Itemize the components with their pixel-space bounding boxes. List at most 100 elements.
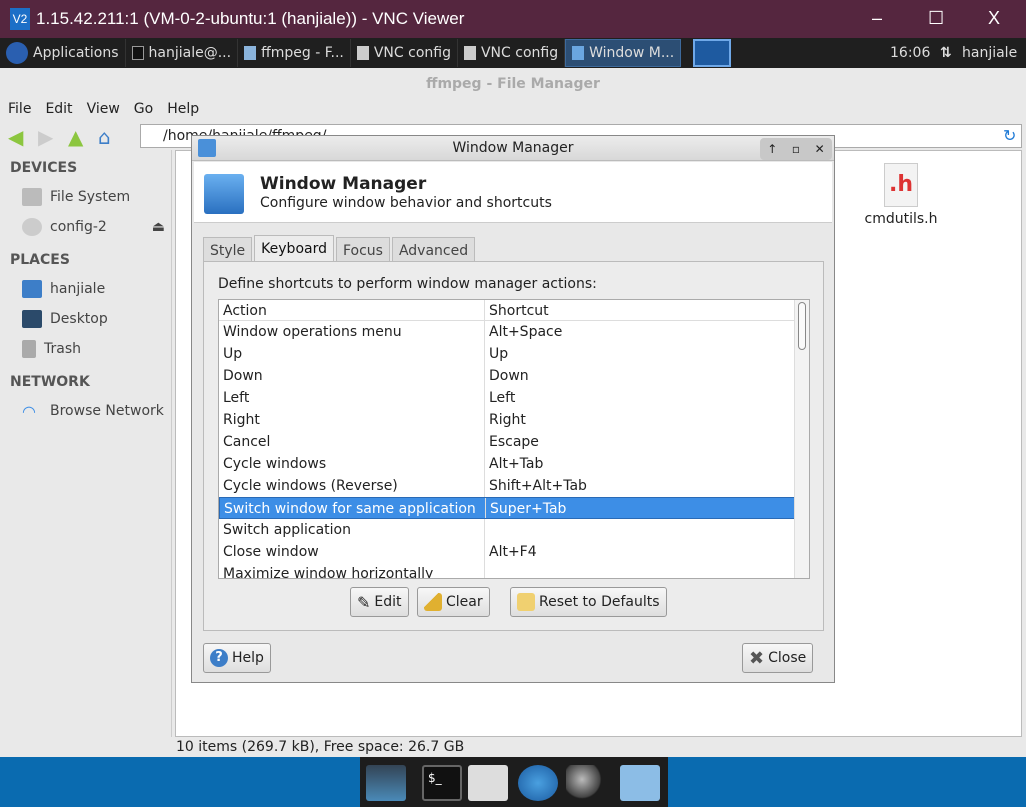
menu-view[interactable]: View — [87, 98, 120, 120]
shortcuts-table: Action Shortcut Window operations menu Al… — [218, 299, 810, 579]
eject-icon[interactable]: ⏏ — [152, 219, 165, 235]
table-row[interactable]: Cancel Escape — [219, 431, 809, 453]
sidebar-item-file-system[interactable]: File System — [0, 182, 171, 212]
maximize-icon[interactable]: ▫ — [792, 142, 800, 156]
scrollbar[interactable] — [794, 300, 809, 578]
terminal-icon — [131, 46, 144, 60]
table-row[interactable]: Cycle windows (Reverse) Shift+Alt+Tab — [219, 475, 809, 497]
edit-button[interactable]: ✎ Edit — [350, 587, 409, 617]
close-button[interactable]: ✖ Close — [742, 643, 814, 673]
table-row[interactable]: Maximize window horizontally — [219, 563, 809, 578]
reset-label: Reset to Defaults — [539, 594, 660, 610]
action-cell: Cycle windows — [219, 453, 485, 475]
sidebar-item-hanjiale[interactable]: hanjiale — [0, 274, 171, 304]
tab-advanced[interactable]: Advanced — [391, 237, 476, 263]
sidebar-item-desktop[interactable]: Desktop — [0, 304, 171, 334]
table-row[interactable]: Cycle windows Alt+Tab — [219, 453, 809, 475]
action-cell: Cancel — [219, 431, 485, 453]
table-row[interactable]: Close window Alt+F4 — [219, 541, 809, 563]
terminal-icon[interactable]: $_ — [422, 765, 462, 801]
tab-keyboard[interactable]: Keyboard — [254, 235, 334, 263]
window-icon — [463, 46, 476, 60]
network-icon: ⇅ — [940, 45, 952, 61]
menu-go[interactable]: Go — [134, 98, 153, 120]
sidebar-item-trash[interactable]: Trash — [0, 334, 171, 364]
menu-file[interactable]: File — [8, 98, 31, 120]
file-name: cmdutils.h — [864, 211, 938, 227]
sidebar-item-browse-network[interactable]: ◠ Browse Network — [0, 396, 171, 426]
menu-edit[interactable]: Edit — [45, 98, 72, 120]
broom-icon — [424, 593, 442, 611]
menu-help[interactable]: Help — [167, 98, 199, 120]
window-manager-icon — [572, 46, 585, 60]
trash-icon — [22, 340, 36, 358]
up-arrow-icon[interactable]: ▲ — [68, 125, 90, 149]
edit-label: Edit — [374, 594, 402, 610]
task-vnc-config-2[interactable]: VNC config — [458, 39, 566, 67]
forward-arrow-icon[interactable]: ▶ — [38, 125, 60, 149]
dialog-subheading: Configure window behavior and shortcuts — [260, 195, 552, 211]
sidebar-item-label: Desktop — [50, 311, 108, 327]
show-desktop-icon[interactable] — [366, 765, 406, 801]
clear-button[interactable]: Clear — [417, 587, 490, 617]
keyboard-panel: Define shortcuts to perform window manag… — [203, 261, 824, 631]
task-terminal[interactable]: hanjiale@... — [126, 39, 239, 67]
table-row[interactable]: Window operations menu Alt+Space — [219, 321, 809, 343]
close-icon[interactable]: ✕ — [815, 142, 825, 156]
table-row[interactable]: Switch window for same application Super+… — [219, 497, 809, 519]
help-button[interactable]: ? Help — [203, 643, 271, 673]
table-row[interactable]: Left Left — [219, 387, 809, 409]
column-header-shortcut[interactable]: Shortcut — [485, 300, 795, 320]
web-browser-icon[interactable] — [518, 765, 558, 801]
reset-to-defaults-button[interactable]: Reset to Defaults — [510, 587, 667, 617]
minimize-button[interactable]: – — [872, 8, 882, 29]
task-label: VNC config — [373, 45, 451, 61]
action-cell: Right — [219, 409, 485, 431]
folder-icon[interactable] — [620, 765, 660, 801]
action-cell: Window operations menu — [219, 321, 485, 343]
maximize-button[interactable]: ☐ — [928, 8, 944, 29]
home-icon[interactable]: ⌂ — [98, 125, 120, 149]
column-header-action[interactable]: Action — [219, 300, 485, 320]
shade-icon[interactable]: ↑ — [767, 142, 777, 156]
vnc-logo-icon: V2 — [10, 8, 30, 30]
scrollbar-thumb[interactable] — [798, 302, 806, 350]
action-cell: Maximize window horizontally — [219, 563, 485, 578]
tab-style[interactable]: Style — [203, 237, 253, 263]
task-file-manager[interactable]: ffmpeg - F... — [238, 39, 351, 67]
task-vnc-config-1[interactable]: VNC config — [351, 39, 458, 67]
close-button[interactable]: X — [988, 8, 1000, 29]
wifi-icon: ◠ — [22, 402, 36, 421]
header-file-icon: .h — [884, 163, 918, 207]
window-manager-dialog: Window Manager ↑ ▫ ✕ Window Manager Config… — [191, 135, 835, 683]
sidebar: DEVICES File System config-2 ⏏ PLACES han… — [0, 150, 172, 737]
reload-icon[interactable]: ↻ — [1003, 126, 1016, 145]
shortcut-cell — [485, 519, 795, 541]
action-cell: Up — [219, 343, 485, 365]
action-cell: Close window — [219, 541, 485, 563]
applications-menu[interactable]: Applications — [0, 39, 126, 67]
sidebar-item-label: Trash — [44, 341, 81, 357]
action-cell: Switch application — [219, 519, 485, 541]
task-window-manager[interactable]: Window M... — [565, 39, 682, 67]
table-row[interactable]: Switch application — [219, 519, 809, 541]
taskbar: Applications hanjiale@... ffmpeg - F... … — [0, 38, 1026, 68]
shortcut-cell: Right — [489, 412, 526, 428]
table-row[interactable]: Down Down — [219, 365, 809, 387]
table-row[interactable]: Right Right — [219, 409, 809, 431]
status-bar: 10 items (269.7 kB), Free space: 26.7 GB — [176, 739, 465, 755]
file-item[interactable]: .h cmdutils.h — [856, 163, 946, 227]
action-cell: Switch window for same application — [220, 498, 486, 518]
back-arrow-icon[interactable]: ◀ — [8, 125, 30, 149]
search-icon[interactable] — [566, 765, 606, 801]
user-menu[interactable]: hanjiale — [962, 45, 1017, 61]
drive-icon — [22, 188, 42, 206]
table-row[interactable]: Up Up — [219, 343, 809, 365]
workspace-switcher[interactable] — [693, 39, 732, 67]
help-icon: ? — [210, 649, 228, 667]
home-folder-icon[interactable] — [468, 765, 508, 801]
tab-focus[interactable]: Focus — [335, 237, 390, 263]
sidebar-item-config-2[interactable]: config-2 ⏏ — [0, 212, 171, 242]
dock: $_ — [360, 757, 668, 807]
file-manager-title: ffmpeg - File Manager — [426, 76, 600, 92]
